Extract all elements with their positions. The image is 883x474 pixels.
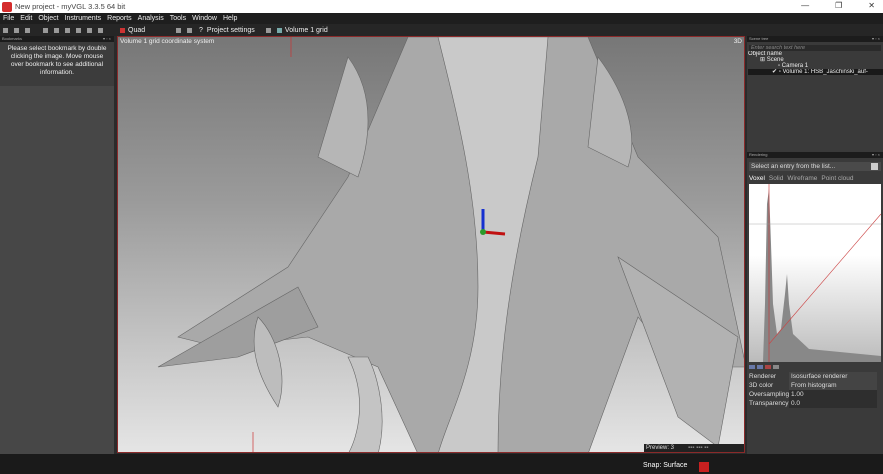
bookmarks-panel: Bookmarks ▾ ▫ × Please select bookmark by… bbox=[0, 36, 114, 454]
app-logo-icon bbox=[2, 1, 12, 12]
renderer-row[interactable]: Renderer Isosurface renderer bbox=[747, 372, 883, 381]
record-indicator-icon bbox=[699, 462, 709, 472]
rendering-header: Rendering ▾ ▫ × bbox=[747, 152, 883, 158]
flag-icon[interactable] bbox=[87, 27, 92, 33]
tree-item-volume[interactable]: ✔ ▫ Volume 1: HSB_Jaschinski_auf- bbox=[748, 69, 883, 75]
volume-render bbox=[157, 37, 744, 452]
prop-label: Renderer bbox=[749, 373, 777, 380]
right-panels: Scene tree ▾ ▫ × Enter search text here O… bbox=[747, 36, 883, 454]
renderer-select[interactable]: Isosurface renderer bbox=[789, 372, 877, 381]
layout-icon bbox=[120, 27, 125, 33]
scene-tree-header: Scene tree ▾ ▫ × bbox=[747, 36, 883, 42]
menu-help[interactable]: Help bbox=[223, 15, 237, 22]
preview-level[interactable]: Preview: 3 bbox=[646, 445, 674, 451]
select-tool-icon[interactable] bbox=[43, 27, 48, 33]
close-button[interactable]: ✕ bbox=[868, 1, 875, 10]
save-icon[interactable] bbox=[871, 163, 878, 170]
maximize-button[interactable]: ❐ bbox=[835, 1, 842, 10]
help-icon[interactable]: ? bbox=[199, 27, 203, 34]
view-mode-label: 3D bbox=[733, 38, 742, 45]
settings-icon[interactable] bbox=[265, 27, 271, 33]
window-title: New project - myVGL 3.3.5 64 bit bbox=[15, 2, 126, 11]
menu-file[interactable]: File bbox=[3, 15, 14, 22]
preset-label: Select an entry from the list... bbox=[751, 163, 836, 170]
histogram[interactable] bbox=[749, 184, 881, 362]
undo-icon[interactable] bbox=[25, 27, 30, 33]
scene-search-input[interactable]: Enter search text here bbox=[749, 45, 881, 51]
panel-title: Rendering bbox=[749, 152, 768, 157]
tab-wireframe[interactable]: Wireframe bbox=[787, 175, 817, 182]
preview-bar: Preview: 3 ▪▪▪ ▪▪▪ ▪▪ bbox=[644, 444, 744, 452]
viewport-tools[interactable]: ▪▪▪ ▪▪▪ ▪▪ bbox=[688, 445, 708, 451]
menu-bar: File Edit Object Instruments Reports Ana… bbox=[0, 13, 883, 24]
project-settings-button[interactable]: Project settings bbox=[207, 27, 263, 34]
histogram-plot bbox=[749, 184, 881, 362]
scene-tree: Object name ⊞ Scene ▫ Camera 1 ✔ ▫ Volum… bbox=[747, 51, 883, 148]
zoom-tool-icon[interactable] bbox=[76, 27, 81, 33]
panel-title: Scene tree bbox=[749, 36, 769, 41]
transparency-row[interactable]: Transparency 0.0 bbox=[747, 399, 883, 408]
render-tabs: Voxel Solid Wireframe Point cloud bbox=[747, 175, 883, 182]
panel-controls[interactable]: ▾ ▫ × bbox=[872, 36, 880, 42]
open-icon[interactable] bbox=[14, 27, 19, 33]
title-bar: New project - myVGL 3.3.5 64 bit — ❐ ✕ bbox=[0, 0, 883, 13]
color-row[interactable]: 3D color From histogram bbox=[747, 381, 883, 390]
menu-edit[interactable]: Edit bbox=[20, 15, 32, 22]
grid-icon bbox=[276, 27, 282, 33]
3d-viewport[interactable]: Volume 1 grid coordinate system 3D Previ… bbox=[117, 36, 745, 453]
tab-voxel[interactable]: Voxel bbox=[749, 175, 765, 182]
color-select[interactable]: From histogram bbox=[789, 381, 877, 390]
viewport-label: Volume 1 grid coordinate system bbox=[120, 38, 215, 45]
snap-mode[interactable]: Snap: Surface bbox=[643, 462, 687, 469]
layout-options-icon[interactable] bbox=[176, 27, 181, 33]
pointer-icon[interactable] bbox=[187, 27, 192, 33]
light-icon[interactable] bbox=[98, 27, 103, 33]
prop-label: Oversampling bbox=[749, 391, 790, 398]
menu-analysis[interactable]: Analysis bbox=[138, 15, 164, 22]
tab-point-cloud[interactable]: Point cloud bbox=[821, 175, 853, 182]
panel-controls[interactable]: ▾ ▫ × bbox=[872, 152, 880, 158]
toolbar: Quad ? Project settings Volume 1 grid bbox=[0, 24, 883, 36]
menu-tools[interactable]: Tools bbox=[170, 15, 186, 22]
bookmarks-message: Please select bookmark by double clickin… bbox=[0, 42, 114, 86]
histogram-tools[interactable] bbox=[749, 363, 881, 371]
tree-item-label: Volume 1: HSB_Jaschinski_auf- bbox=[782, 69, 868, 75]
tab-solid[interactable]: Solid bbox=[769, 175, 783, 182]
menu-object[interactable]: Object bbox=[38, 15, 58, 22]
volume-grid-selector[interactable]: Volume 1 grid bbox=[285, 27, 328, 34]
move-tool-icon[interactable] bbox=[54, 27, 59, 33]
oversampling-row[interactable]: Oversampling 1.00 bbox=[747, 390, 883, 399]
transparency-input[interactable]: 0.0 bbox=[789, 399, 877, 408]
prop-label: 3D color bbox=[749, 382, 774, 389]
rotate-tool-icon[interactable] bbox=[65, 27, 70, 33]
layout-dropdown[interactable]: Quad bbox=[128, 27, 173, 34]
prop-label: Transparency bbox=[749, 400, 789, 407]
menu-window[interactable]: Window bbox=[192, 15, 217, 22]
menu-reports[interactable]: Reports bbox=[107, 15, 132, 22]
preset-dropdown[interactable]: Select an entry from the list... bbox=[749, 162, 881, 171]
panel-title: Bookmarks bbox=[2, 36, 23, 41]
new-icon[interactable] bbox=[3, 27, 8, 33]
status-bar: Snap: Surface bbox=[0, 454, 883, 474]
oversampling-input[interactable]: 1.00 bbox=[789, 390, 877, 399]
panel-header: Bookmarks ▾ ▫ × bbox=[0, 36, 114, 42]
panel-controls[interactable]: ▾ ▫ × bbox=[103, 36, 111, 42]
menu-instruments[interactable]: Instruments bbox=[65, 15, 102, 22]
minimize-button[interactable]: — bbox=[801, 1, 809, 10]
